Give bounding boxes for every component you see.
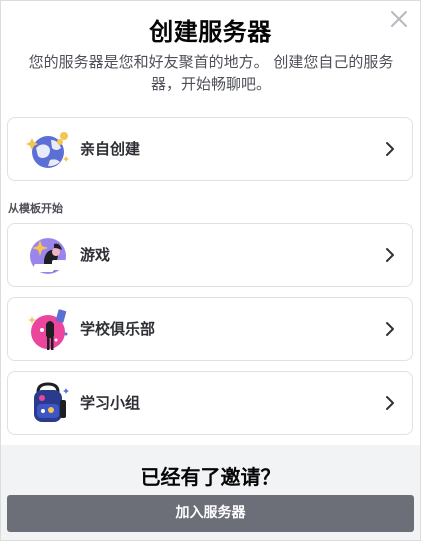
template-section-label: 从模板开始 <box>8 202 63 215</box>
create-my-own-option[interactable]: 亲自创建 <box>7 117 413 181</box>
template-gaming-label: 游戏 <box>80 246 111 264</box>
gaming-character-icon <box>30 238 66 274</box>
create-my-own-label: 亲自创建 <box>80 140 141 158</box>
have-invite-heading: 已经有了邀请？ <box>140 465 281 489</box>
chevron-right-icon <box>386 322 394 336</box>
join-server-footer: 已经有了邀请？ 加入服务器 <box>1 445 420 540</box>
modal-title: 创建服务器 <box>149 18 272 46</box>
chevron-right-icon <box>386 248 394 262</box>
study-backpack-icon <box>34 382 69 422</box>
chevron-right-icon <box>386 396 394 410</box>
template-gaming-option[interactable]: 游戏 <box>7 223 413 287</box>
template-study-group-option[interactable]: 学习小组 <box>7 371 413 435</box>
chevron-right-icon <box>386 142 394 156</box>
join-server-button[interactable]: 加入服务器 <box>7 495 414 532</box>
school-club-icon <box>28 309 68 350</box>
template-school-club-label: 学校俱乐部 <box>80 320 156 338</box>
create-server-modal: 创建服务器 您的服务器是您和好友聚首的地方。 创建您自己的服务器，开始畅聊吧。 … <box>0 0 421 541</box>
globe-with-sparkles-icon <box>26 132 69 168</box>
template-study-group-label: 学习小组 <box>80 394 141 412</box>
modal-subtitle: 您的服务器是您和好友聚首的地方。 创建您自己的服务器，开始畅聊吧。 <box>28 53 394 93</box>
template-school-club-option[interactable]: 学校俱乐部 <box>7 297 413 361</box>
